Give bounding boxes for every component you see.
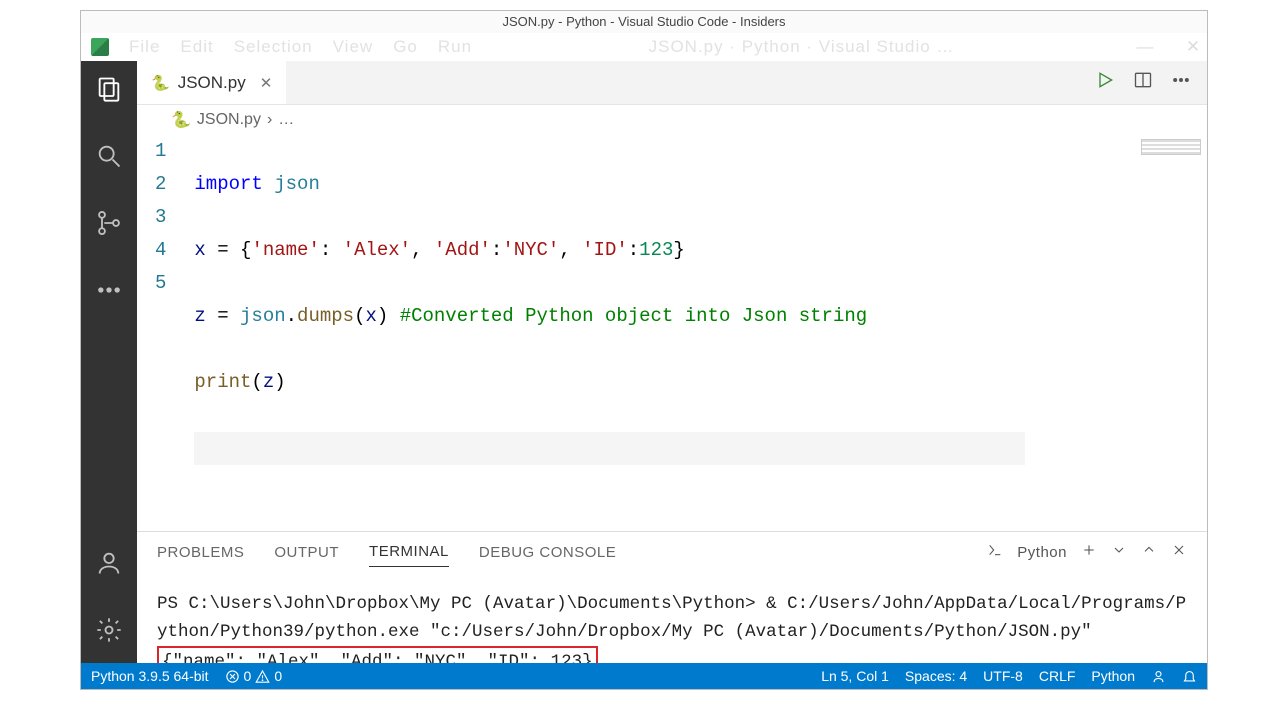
tab-filename: JSON.py	[178, 73, 246, 93]
tab-problems[interactable]: PROBLEMS	[157, 538, 244, 567]
terminal-command: PS C:\Users\John\Dropbox\My PC (Avatar)\…	[157, 590, 1187, 646]
settings-gear-icon[interactable]	[95, 616, 123, 649]
editor-more-icon[interactable]	[1171, 70, 1191, 95]
tab-close-icon[interactable]: ✕	[260, 74, 273, 92]
window-close-icon[interactable]: ✕	[1179, 37, 1207, 57]
explorer-icon[interactable]	[95, 75, 123, 108]
tab-json-py[interactable]: 🐍 JSON.py ✕	[137, 61, 286, 104]
status-notifications-icon[interactable]	[1182, 669, 1197, 684]
more-icon[interactable]	[95, 276, 123, 309]
menu-file[interactable]: File	[129, 37, 160, 57]
status-language[interactable]: Python	[1091, 668, 1135, 684]
search-icon[interactable]	[95, 142, 123, 175]
split-editor-icon[interactable]	[1133, 70, 1153, 95]
breadcrumb-tail: …	[278, 111, 294, 129]
terminal-output-highlight: {"name": "Alex", "Add": "NYC", "ID": 123…	[157, 646, 598, 663]
menu-run[interactable]: Run	[438, 37, 472, 57]
status-feedback-icon[interactable]	[1151, 669, 1166, 684]
terminal-dropdown-icon[interactable]	[1111, 542, 1127, 562]
terminal-content[interactable]: PS C:\Users\John\Dropbox\My PC (Avatar)\…	[137, 572, 1207, 663]
status-spaces[interactable]: Spaces: 4	[905, 668, 967, 684]
tab-output[interactable]: OUTPUT	[274, 538, 339, 567]
line-gutter: 1 2 3 4 5	[151, 135, 194, 531]
warning-icon	[255, 669, 270, 684]
menu-selection[interactable]: Selection	[234, 37, 313, 57]
close-panel-icon[interactable]	[1171, 542, 1187, 562]
code-content[interactable]: import json x = {'name': 'Alex', 'Add':'…	[194, 135, 1207, 531]
new-terminal-icon[interactable]	[1081, 542, 1097, 562]
menu-bar: File Edit Selection View Go Run JSON.py …	[81, 33, 1207, 61]
vscode-logo-icon	[91, 38, 109, 56]
breadcrumb-sep: ›	[267, 111, 272, 129]
terminal-profile-label[interactable]: Python	[1017, 544, 1067, 561]
minimap[interactable]	[1141, 139, 1201, 155]
bottom-panel: PROBLEMS OUTPUT TERMINAL DEBUG CONSOLE P…	[137, 531, 1207, 663]
window-titlebar: JSON.py - Python - Visual Studio Code - …	[81, 11, 1207, 33]
accounts-icon[interactable]	[95, 549, 123, 582]
tab-debug-console[interactable]: DEBUG CONSOLE	[479, 538, 616, 567]
status-problems[interactable]: 0 0	[225, 668, 283, 684]
status-bar: Python 3.9.5 64-bit 0 0 Ln 5, Col 1 Spac…	[81, 663, 1207, 689]
breadcrumb-file: JSON.py	[197, 111, 261, 129]
window-minimize-icon[interactable]: —	[1131, 37, 1159, 57]
run-button-icon[interactable]	[1095, 70, 1115, 95]
status-lncol[interactable]: Ln 5, Col 1	[821, 668, 889, 684]
source-control-icon[interactable]	[95, 209, 123, 242]
status-eol[interactable]: CRLF	[1039, 668, 1076, 684]
vscode-window: JSON.py - Python - Visual Studio Code - …	[80, 10, 1208, 690]
editor-tab-row: 🐍 JSON.py ✕	[137, 61, 1207, 105]
title-ghost: JSON.py · Python · Visual Studio …	[649, 37, 955, 57]
error-icon	[225, 669, 240, 684]
breadcrumb[interactable]: 🐍 JSON.py › …	[137, 105, 1207, 135]
python-file-icon: 🐍	[151, 74, 170, 92]
activity-bar	[81, 61, 137, 663]
menu-edit[interactable]: Edit	[180, 37, 213, 57]
panel-tabs: PROBLEMS OUTPUT TERMINAL DEBUG CONSOLE P…	[137, 532, 1207, 572]
menu-view[interactable]: View	[333, 37, 374, 57]
maximize-panel-icon[interactable]	[1141, 542, 1157, 562]
status-python-version[interactable]: Python 3.9.5 64-bit	[91, 668, 209, 684]
python-file-icon: 🐍	[171, 110, 191, 130]
terminal-shell-icon[interactable]	[987, 542, 1003, 562]
code-editor[interactable]: 1 2 3 4 5 import json x = {'name': 'Alex…	[137, 135, 1207, 531]
tab-terminal[interactable]: TERMINAL	[369, 537, 449, 567]
window-title: JSON.py - Python - Visual Studio Code - …	[503, 14, 786, 29]
status-encoding[interactable]: UTF-8	[983, 668, 1023, 684]
menu-go[interactable]: Go	[393, 37, 418, 57]
